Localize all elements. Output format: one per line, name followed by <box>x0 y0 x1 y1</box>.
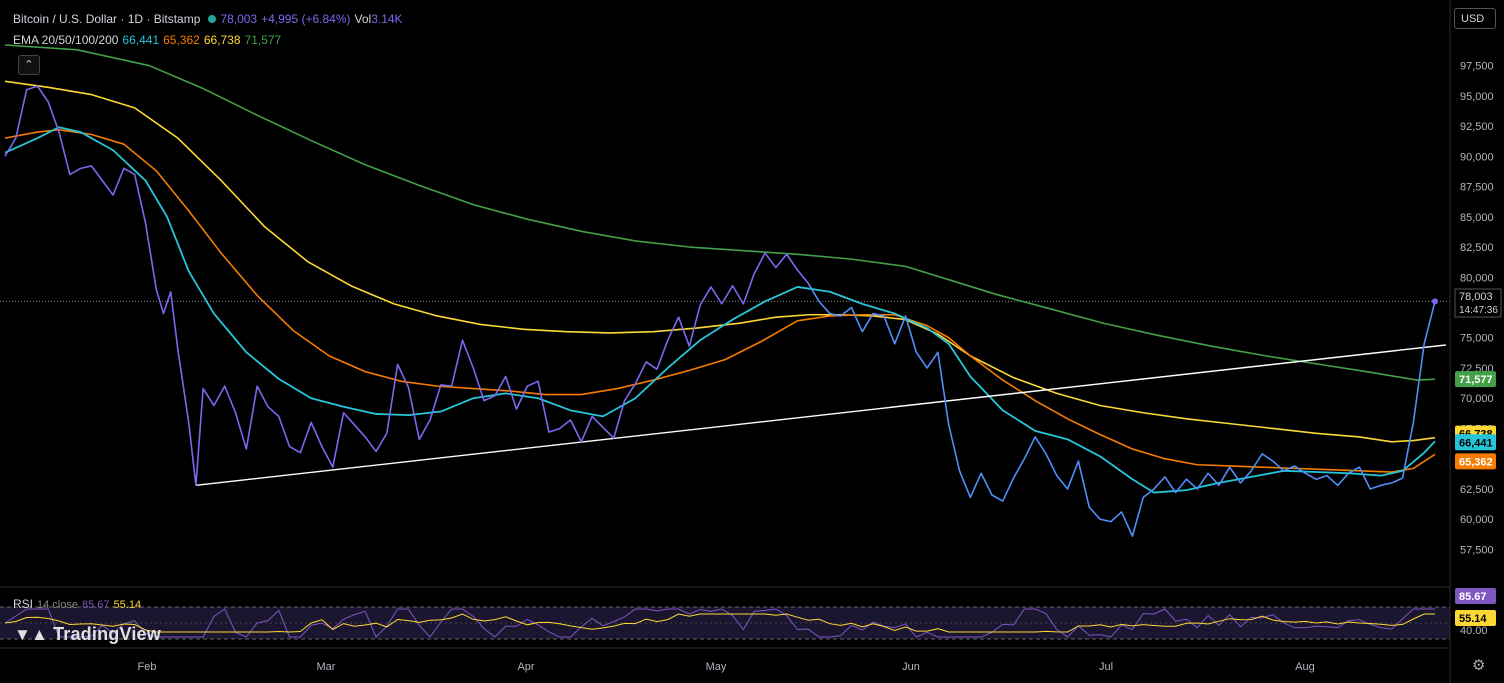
currency-selector[interactable]: USD <box>1454 8 1496 29</box>
y-tick-label: 92,500 <box>1460 121 1494 133</box>
x-tick-label: Aug <box>1295 661 1315 673</box>
ema200-value: 71,577 <box>244 33 282 47</box>
countdown-tag: 14:47:36 <box>1459 305 1498 316</box>
ema50-value: 65,362 <box>163 33 200 47</box>
symbol-title[interactable]: Bitcoin / U.S. Dollar · 1D · Bitstamp <box>13 12 200 26</box>
x-tick-label: Jul <box>1099 661 1113 673</box>
rsi-40-label: 40.00 <box>1460 625 1488 637</box>
x-tick-label: Mar <box>317 661 336 673</box>
ema-legend[interactable]: EMA 20/50/100/200 66,441 65,362 66,738 71,57… <box>13 33 285 47</box>
y-tick-label: 97,500 <box>1460 61 1494 73</box>
current-price: 78,003 <box>220 12 258 26</box>
rsi-value: 85.67 <box>82 599 110 611</box>
y-tick-label: 95,000 <box>1460 91 1494 103</box>
x-tick-label: May <box>706 661 727 673</box>
rsi-label: RSI <box>13 597 34 611</box>
tradingview-icon: ▼▲ <box>14 625 49 644</box>
y-tick-label: 70,000 <box>1460 393 1494 405</box>
y-tick-label: 62,500 <box>1460 484 1494 496</box>
ema20-value: 66,441 <box>122 33 160 47</box>
y-tick-label: 75,000 <box>1460 333 1494 345</box>
gear-icon[interactable]: ⚙ <box>1472 656 1485 674</box>
chevron-up-icon: ⌃ <box>24 59 34 71</box>
rsi-tag: 85.67 <box>1459 591 1487 603</box>
ema-label: EMA 20/50/100/200 <box>13 33 119 47</box>
x-tick-label: Jun <box>902 661 920 673</box>
y-tick-label: 80,000 <box>1460 272 1494 284</box>
rsi-ma-value: 55.14 <box>113 599 142 611</box>
x-tick-label: Feb <box>138 661 157 673</box>
x-tick-label: Apr <box>517 661 534 673</box>
volume-value: 3.14K <box>371 12 403 26</box>
ema20-tag: 66,441 <box>1459 437 1493 449</box>
y-tick-label: 60,000 <box>1460 514 1494 526</box>
ema200-tag: 71,577 <box>1459 374 1493 386</box>
y-tick-label: 57,500 <box>1460 544 1494 556</box>
rsi-legend[interactable]: RSI 14 close 85.67 55.14 <box>13 597 145 611</box>
market-status-icon <box>208 15 217 23</box>
y-tick-label: 87,500 <box>1460 182 1494 194</box>
ema100-value: 66,738 <box>203 33 241 47</box>
price-chart[interactable]: 97,500 95,000 92,500 90,000 87,500 85,000 82,5… <box>0 0 1504 683</box>
current-price-tag: 78,003 <box>1459 291 1493 303</box>
y-tick-label: 82,500 <box>1460 242 1494 254</box>
last-price-dot <box>1432 298 1438 305</box>
rsi-params: 14 close <box>37 599 78 611</box>
rsi-ma-tag: 55.14 <box>1459 613 1487 625</box>
price-change: +4,995 (+6.84%) <box>261 12 351 26</box>
ema50-tag: 65,362 <box>1459 456 1493 468</box>
tradingview-logo[interactable]: ▼▲ TradingView <box>14 624 161 645</box>
volume-label: Vol <box>354 12 372 26</box>
y-tick-label: 90,000 <box>1460 151 1494 163</box>
y-tick-label: 85,000 <box>1460 212 1494 224</box>
symbol-legend: Bitcoin / U.S. Dollar · 1D · Bitstamp 78,… <box>13 12 407 26</box>
collapse-legend-button[interactable]: ⌃ <box>18 55 40 75</box>
tradingview-wordmark: TradingView <box>53 624 161 644</box>
